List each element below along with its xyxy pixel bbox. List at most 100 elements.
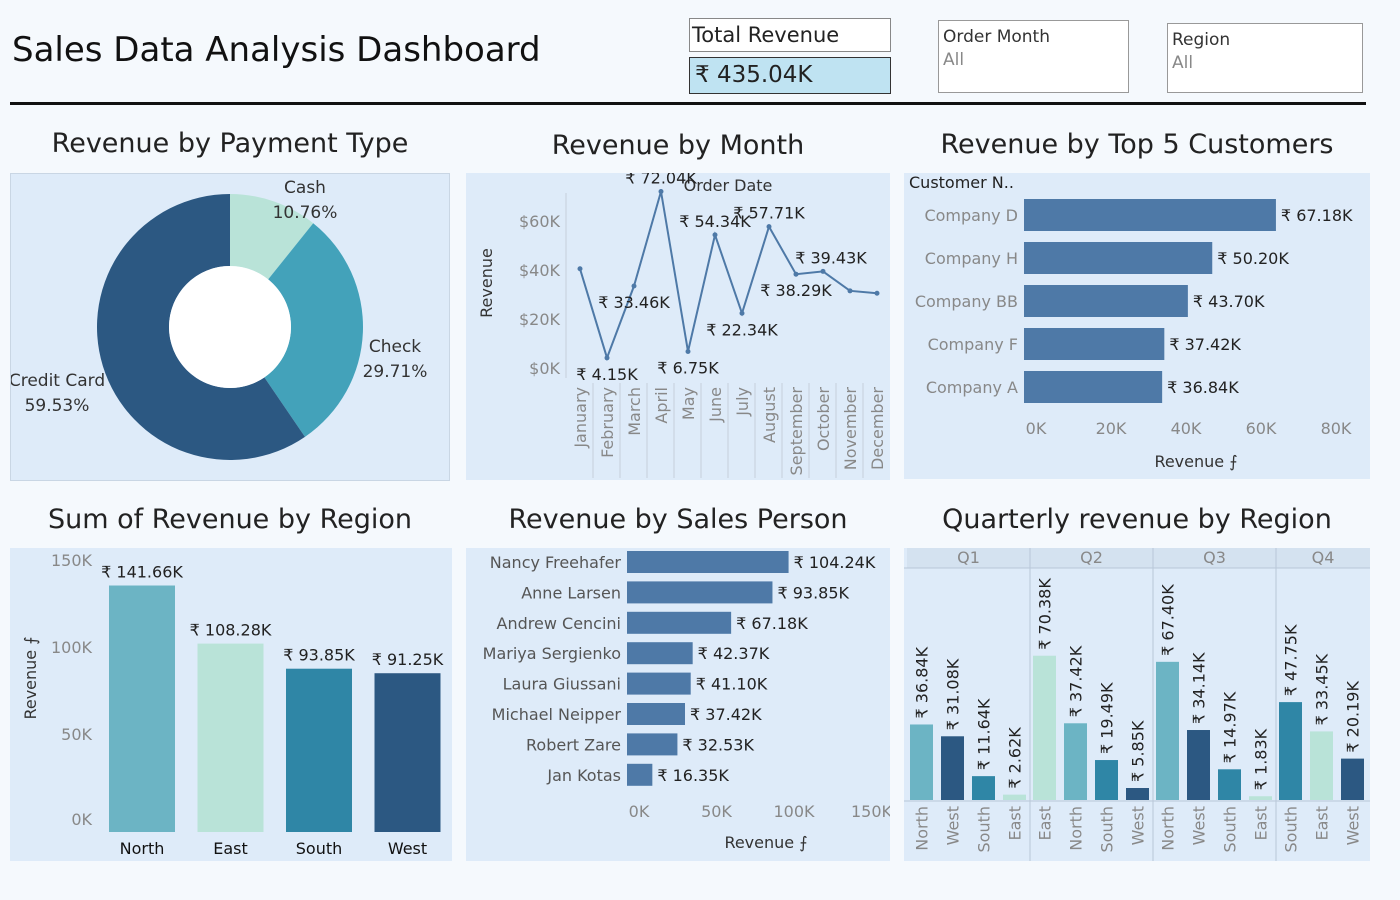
salesperson-bar: [627, 733, 678, 756]
x-tick-label: West: [944, 806, 963, 845]
line-point: [658, 189, 664, 195]
bar-value-label: ₹ 70.38K: [1036, 578, 1055, 650]
bar-value-label: ₹ 2.62K: [1006, 727, 1025, 789]
customer-bar: [1024, 285, 1188, 317]
x-tick-label: February: [598, 387, 617, 458]
line-point: [631, 283, 637, 289]
x-tick-label: South: [296, 839, 343, 858]
salesperson-bar: [627, 763, 653, 786]
bar-value-label: ₹ 37.42K: [690, 705, 762, 724]
customer-bar: [1024, 328, 1165, 360]
bar-value-label: ₹ 91.25K: [372, 650, 444, 669]
line-point: [874, 290, 880, 296]
bar-value-label: ₹ 14.97K: [1221, 691, 1240, 763]
x-tick-label: 60K: [1246, 419, 1277, 438]
line-data-label: ₹ 38.29K: [760, 281, 832, 300]
x-tick-label: April: [652, 387, 671, 424]
bar-value-label: ₹ 108.28K: [190, 621, 272, 640]
salesperson-bar: [627, 581, 773, 604]
salesperson-bar: [627, 551, 789, 573]
x-tick-label: North: [1067, 806, 1086, 851]
order-month-filter[interactable]: Order Month All: [938, 20, 1129, 93]
x-tick-label: South: [1221, 806, 1240, 853]
bar-value-label: ₹ 5.85K: [1129, 720, 1148, 782]
line-point: [766, 224, 772, 230]
total-revenue-value: ₹ 435.04K: [689, 57, 891, 94]
bar-value-label: ₹ 31.08K: [944, 658, 963, 730]
payment-type-donut-chart: Cash 10.76% Check 29.71% Credit Card 59.53%: [10, 173, 450, 481]
quarter-header-label: Q1: [957, 548, 980, 567]
x-tick-label: October: [814, 387, 833, 451]
quarter-bar-north: [1156, 661, 1179, 800]
title-divider: [10, 102, 1366, 105]
region-bar-west: [374, 673, 441, 832]
x-tick-label: West: [1190, 806, 1209, 845]
y-tick-label: 50K: [61, 725, 92, 744]
y-axis-title: Revenue: [477, 248, 496, 318]
x-tick-label: 80K: [1321, 419, 1352, 438]
bar-value-label: ₹ 47.75K: [1282, 624, 1301, 696]
x-tick-label: North: [913, 806, 932, 851]
slice-label: Cash: [284, 178, 326, 198]
line-point: [604, 355, 610, 361]
x-tick-label: January: [571, 387, 590, 449]
x-tick-label: 40K: [1171, 419, 1202, 438]
quarter-bar-east: [1310, 731, 1333, 800]
bar-category-label: Mariya Sergienko: [483, 644, 621, 663]
top-customers-bar-chart: Customer N.. Company D ₹ 67.18K Company H ₹ …: [904, 173, 1370, 479]
bar-value-label: ₹ 36.84K: [913, 646, 932, 718]
bar-value-label: ₹ 67.40K: [1159, 584, 1178, 656]
line-point: [712, 232, 718, 238]
bar-value-label: ₹ 34.14K: [1190, 652, 1209, 724]
region-bar-chart: Revenue ⨍ 0K 50K 100K 150K ₹ 141.66K North ₹ 10…: [10, 548, 452, 861]
bar-category-label: Company A: [926, 378, 1018, 397]
quarter-bar-south: [1095, 760, 1118, 800]
x-tick-label: East: [1006, 806, 1025, 841]
x-tick-label: West: [1129, 806, 1148, 845]
line-data-label: ₹ 57.71K: [733, 204, 805, 223]
quarter-bar-south: [972, 776, 995, 800]
y-axis-title: Revenue ⨍: [21, 636, 40, 719]
salesperson-bar: [627, 672, 691, 695]
salesperson-bar-chart: Nancy Freehafer ₹ 104.24K Anne Larsen ₹ 93.…: [466, 548, 890, 861]
bar-value-label: ₹ 37.42K: [1169, 335, 1241, 354]
line-point: [793, 271, 799, 277]
quarter-bar-west: [1187, 730, 1210, 800]
quarter-header-label: Q3: [1203, 548, 1226, 567]
x-tick-label: 50K: [701, 802, 732, 821]
line-data-label: ₹ 39.43K: [795, 248, 867, 267]
y-tick-label: 150K: [51, 551, 93, 570]
x-tick-label: May: [679, 387, 698, 420]
bar-category-label: Andrew Cencini: [497, 614, 621, 633]
line-point: [820, 268, 826, 274]
donut-hole: [169, 266, 291, 388]
bar-value-label: ₹ 43.70K: [1193, 292, 1265, 311]
bar-category-label: Robert Zare: [526, 735, 621, 754]
revenue-by-month-line-chart: Order Date Revenue $0K $20K $40K $60K January F…: [466, 173, 890, 480]
bar-category-label: Company BB: [915, 292, 1018, 311]
x-tick-label: 20K: [1096, 419, 1127, 438]
salesperson-bar: [627, 642, 693, 665]
bar-value-label: ₹ 16.35K: [657, 766, 729, 785]
bar-category-label: Anne Larsen: [521, 583, 621, 602]
bar-value-label: ₹ 141.66K: [101, 563, 183, 582]
customer-bar: [1024, 242, 1213, 274]
region-filter[interactable]: Region All: [1167, 23, 1363, 93]
quarter-bar-west: [1126, 788, 1149, 800]
x-tick-label: 0K: [629, 802, 650, 821]
bar-value-label: ₹ 36.84K: [1167, 378, 1239, 397]
region-filter-value[interactable]: All: [1172, 53, 1362, 73]
quarter-bar-north: [1064, 723, 1087, 800]
x-tick-label: East: [1036, 806, 1055, 841]
order-month-filter-value[interactable]: All: [943, 50, 1128, 70]
bar-value-label: ₹ 50.20K: [1217, 249, 1289, 268]
quarter-bar-west: [1341, 758, 1364, 800]
bar-category-label: Company H: [925, 249, 1018, 268]
x-tick-label: North: [1159, 806, 1178, 851]
slice-label: Credit Card: [10, 371, 105, 391]
x-tick-label: South: [975, 806, 994, 853]
customer-bar: [1024, 371, 1163, 403]
x-tick-label: South: [1282, 806, 1301, 853]
x-tick-label: December: [868, 387, 887, 470]
x-tick-label: 100K: [773, 802, 815, 821]
